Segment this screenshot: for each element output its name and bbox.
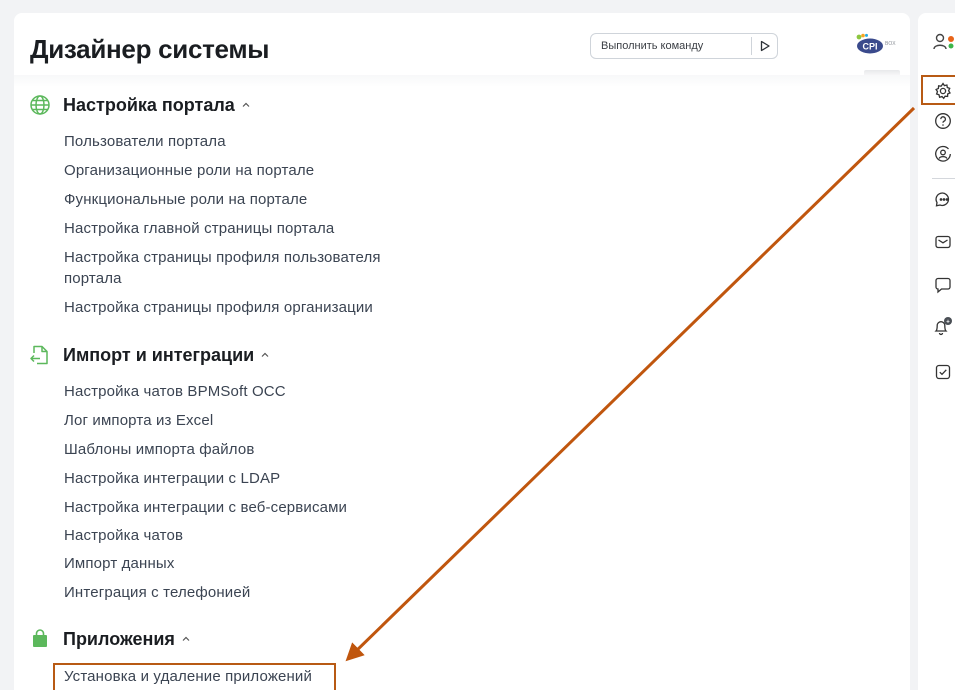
link-excel-import-log[interactable]: Лог импорта из Excel bbox=[64, 410, 213, 431]
section-header-portal[interactable]: Настройка портала bbox=[28, 93, 251, 117]
link-portal-home-settings[interactable]: Настройка главной страницы портала bbox=[64, 218, 334, 239]
link-portal-org-profile-settings[interactable]: Настройка страницы профиля организации bbox=[64, 297, 373, 318]
link-portal-users[interactable]: Пользователи портала bbox=[64, 131, 226, 152]
link-ldap-integration[interactable]: Настройка интеграции с LDAP bbox=[64, 468, 280, 489]
section-title: Приложения bbox=[63, 628, 175, 649]
link-chat-settings[interactable]: Настройка чатов bbox=[64, 525, 183, 546]
link-web-services-integration[interactable]: Настройка интеграции с веб-сервисами bbox=[64, 497, 347, 518]
play-icon bbox=[760, 40, 770, 52]
page-title: Дизайнер системы bbox=[30, 34, 270, 64]
checkbox-task-icon[interactable] bbox=[931, 360, 955, 384]
section-header-import[interactable]: Импорт и интеграции bbox=[28, 343, 270, 367]
help-icon[interactable] bbox=[931, 109, 955, 133]
company-logo: CPI BOX bbox=[854, 33, 900, 55]
command-input[interactable] bbox=[591, 35, 751, 57]
chevron-up-icon bbox=[181, 634, 191, 644]
link-data-import[interactable]: Импорт данных bbox=[64, 553, 175, 574]
section-header-apps[interactable]: Приложения bbox=[28, 627, 191, 651]
file-import-icon bbox=[28, 343, 52, 367]
link-portal-func-roles[interactable]: Функциональные роли на портале bbox=[64, 189, 307, 210]
run-command-button[interactable] bbox=[752, 34, 777, 58]
link-portal-org-roles[interactable]: Организационные роли на портале bbox=[64, 160, 314, 181]
section-title: Импорт и интеграции bbox=[63, 344, 255, 365]
right-rail: + bbox=[918, 13, 955, 690]
chat-bubbles-icon[interactable] bbox=[931, 187, 955, 211]
rail-divider bbox=[932, 178, 955, 179]
globe-icon bbox=[28, 93, 52, 117]
bell-icon[interactable]: + bbox=[931, 314, 955, 338]
svg-text:+: + bbox=[946, 319, 950, 325]
chevron-up-icon bbox=[241, 100, 251, 110]
command-box bbox=[590, 33, 778, 59]
section-title: Настройка портала bbox=[63, 94, 235, 115]
message-icon[interactable] bbox=[931, 273, 955, 297]
logo-suffix: BOX bbox=[885, 41, 896, 47]
link-portal-user-profile-settings[interactable]: Настройка страницы профиля пользователя … bbox=[64, 247, 424, 289]
user-icon[interactable] bbox=[931, 30, 955, 54]
link-telephony-integration[interactable]: Интеграция с телефонией bbox=[64, 582, 250, 603]
link-install-remove-apps[interactable]: Установка и удаление приложений bbox=[64, 666, 312, 687]
shopping-bag-icon bbox=[28, 627, 52, 651]
link-bpmsoft-occ-chats[interactable]: Настройка чатов BPMSoft OCC bbox=[64, 381, 286, 402]
user-at-icon[interactable] bbox=[931, 142, 955, 166]
link-file-import-templates[interactable]: Шаблоны импорта файлов bbox=[64, 439, 254, 460]
mail-icon[interactable] bbox=[931, 230, 955, 254]
main-panel: Дизайнер системы CPI BOX bbox=[14, 13, 910, 690]
chevron-up-icon bbox=[260, 350, 270, 360]
header-divider bbox=[14, 75, 910, 87]
gear-highlight-box bbox=[921, 75, 955, 105]
svg-text:CPI: CPI bbox=[862, 42, 877, 52]
